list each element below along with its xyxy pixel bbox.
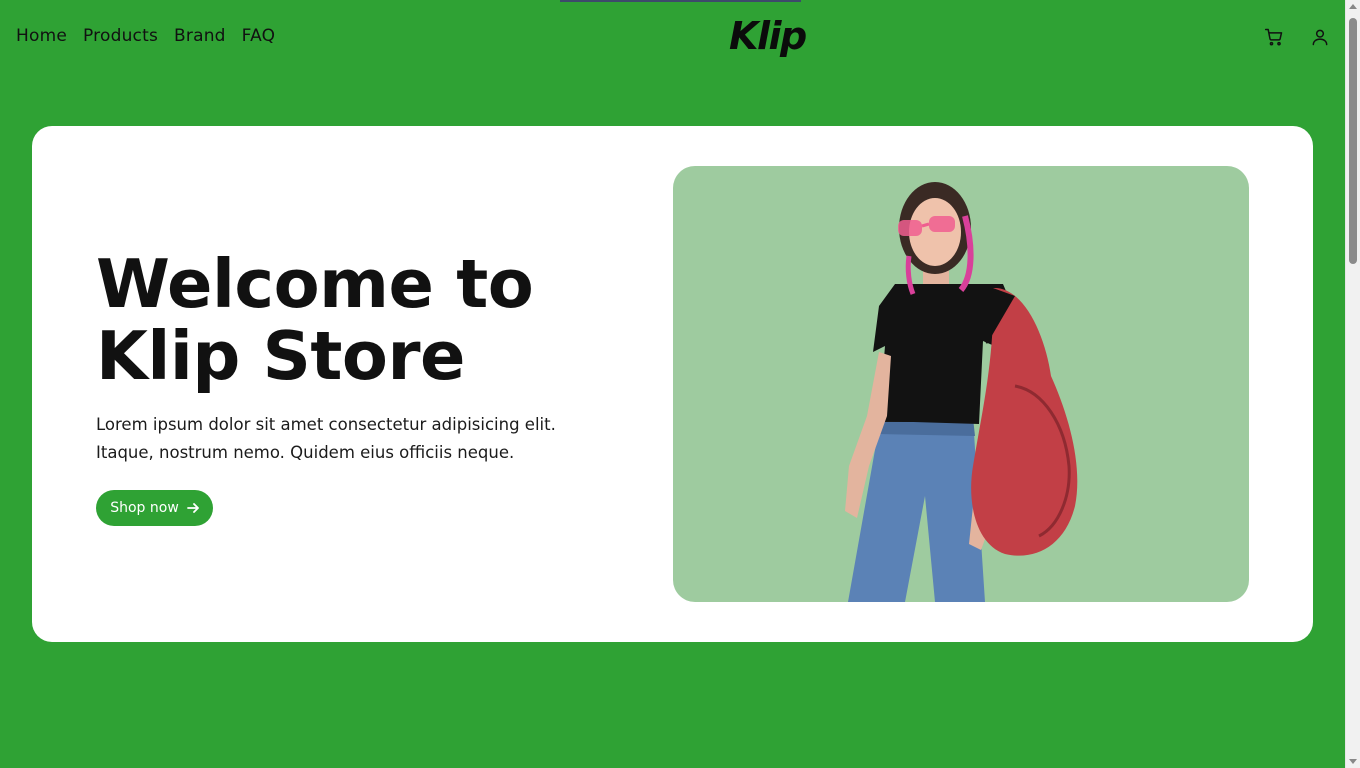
nav-faq[interactable]: FAQ: [242, 26, 276, 46]
main-nav: Home Products Brand FAQ: [16, 26, 275, 46]
hero-description: Lorem ipsum dolor sit amet consectetur a…: [96, 415, 556, 462]
shop-now-label: Shop now: [110, 500, 179, 516]
scroll-down-icon[interactable]: [1349, 759, 1357, 764]
hero-title: Welcome to Klip Store: [96, 245, 534, 395]
header-actions: [1263, 26, 1331, 48]
nav-brand[interactable]: Brand: [174, 26, 226, 46]
hero-card: Welcome to Klip Store Lorem ipsum dolor …: [32, 126, 1313, 642]
arrow-right-icon: [186, 503, 199, 513]
brand-logo[interactable]: Klip: [729, 14, 807, 58]
page-scrollbar[interactable]: [1345, 0, 1360, 768]
scrollbar-thumb[interactable]: [1349, 18, 1357, 264]
nav-home[interactable]: Home: [16, 26, 67, 46]
shop-now-button[interactable]: Shop now: [96, 490, 213, 526]
user-icon[interactable]: [1309, 26, 1331, 48]
nav-products[interactable]: Products: [83, 26, 158, 46]
cart-icon[interactable]: [1263, 26, 1285, 48]
top-edge-bar: [560, 0, 801, 2]
hero-image: [673, 166, 1249, 602]
model-illustration: [845, 182, 1078, 602]
scroll-up-icon[interactable]: [1349, 4, 1357, 9]
